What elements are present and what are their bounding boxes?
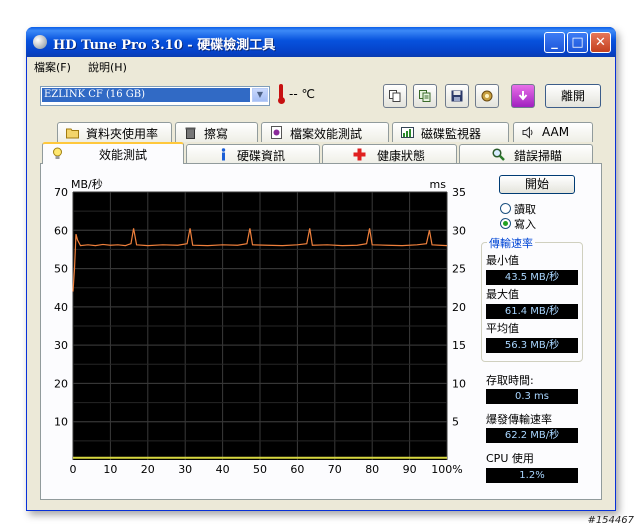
y-tick-label: 20 xyxy=(54,377,68,390)
access-time-label: 存取時間: xyxy=(486,374,534,387)
tab-disk-info[interactable]: 硬碟資訊 xyxy=(186,144,320,164)
tab-label: 健康狀態 xyxy=(377,149,426,163)
y2-tick-label: 5 xyxy=(452,416,459,429)
max-value: 61.4 MB/秒 xyxy=(486,304,578,319)
x-tick-label: 30 xyxy=(178,463,192,476)
lightbulb-icon xyxy=(53,147,62,159)
x-tick-label: 90 xyxy=(403,463,417,476)
y2-tick-label: 10 xyxy=(452,377,466,390)
chevron-down-icon[interactable]: ▼ xyxy=(252,88,268,102)
tab-label: 磁碟監視器 xyxy=(421,127,482,141)
avg-value: 56.3 MB/秒 xyxy=(486,338,578,353)
tab-label: 效能測試 xyxy=(99,148,148,162)
read-radio-label: 讀取 xyxy=(514,203,536,216)
title-bar[interactable]: HD Tune Pro 3.10 - 硬碟檢測工具 _ □ ✕ xyxy=(26,27,616,57)
x-tick-label: 100% xyxy=(431,463,462,476)
download-button[interactable] xyxy=(511,84,535,108)
save-button[interactable] xyxy=(445,84,469,108)
y-tick-label: 70 xyxy=(54,186,68,199)
speaker-icon xyxy=(522,126,533,139)
tab-erase[interactable]: 擦寫 xyxy=(175,122,258,142)
cpu-usage-label: CPU 使用 xyxy=(486,452,534,465)
health-cross-icon xyxy=(353,148,366,161)
options-icon xyxy=(481,90,493,102)
x-tick-label: 0 xyxy=(70,463,77,476)
magnifier-icon xyxy=(492,148,505,161)
x-tick-label: 70 xyxy=(328,463,342,476)
x-tick-label: 20 xyxy=(141,463,155,476)
copy-text-icon xyxy=(419,90,431,102)
y2-tick-label: 30 xyxy=(452,224,466,237)
tab-health[interactable]: 健康狀態 xyxy=(322,144,457,164)
y-tick-label: 30 xyxy=(54,339,68,352)
copy-button[interactable] xyxy=(383,84,407,108)
tab-error-scan[interactable]: 錯誤掃瞄 xyxy=(459,144,593,164)
minimize-button[interactable]: _ xyxy=(544,32,565,53)
thermometer-icon xyxy=(278,84,285,104)
x-tick-label: 10 xyxy=(103,463,117,476)
folder-icon xyxy=(66,128,79,139)
y-tick-label: 60 xyxy=(54,224,68,237)
y2-tick-label: 20 xyxy=(452,301,466,314)
copy-text-button[interactable] xyxy=(413,84,437,108)
tab-label: 資料夾使用率 xyxy=(86,127,159,141)
y-tick-label: 10 xyxy=(54,416,68,429)
read-radio[interactable] xyxy=(500,203,511,214)
write-radio-label: 寫入 xyxy=(514,218,536,231)
y-axis-label: MB/秒 xyxy=(71,177,103,191)
min-value: 43.5 MB/秒 xyxy=(486,270,578,285)
watermark: #154467 xyxy=(587,515,634,526)
close-button[interactable]: ✕ xyxy=(590,32,611,53)
copy-icon xyxy=(389,90,401,102)
access-time-value: 0.3 ms xyxy=(486,389,578,404)
transfer-rate-group-title: 傳輸速率 xyxy=(487,235,535,251)
tab-benchmark[interactable]: 效能測試 xyxy=(42,142,184,164)
y-tick-label: 50 xyxy=(54,263,68,276)
file-benchmark-icon xyxy=(271,126,282,139)
tab-label: 錯誤掃瞄 xyxy=(514,149,563,163)
min-label: 最小值 xyxy=(486,254,519,267)
disk-monitor-icon xyxy=(401,127,414,138)
x-tick-label: 60 xyxy=(290,463,304,476)
tab-folder-usage[interactable]: 資料夾使用率 xyxy=(57,122,172,142)
save-icon xyxy=(451,90,463,102)
y-tick-label: 40 xyxy=(54,301,68,314)
tab-file-benchmark[interactable]: 檔案效能測試 xyxy=(261,122,389,142)
tab-label: 擦寫 xyxy=(204,127,229,141)
y2-tick-label: 35 xyxy=(452,186,466,199)
burst-rate-label: 爆發傳輸速率 xyxy=(486,413,552,426)
options-button[interactable] xyxy=(475,84,499,108)
download-icon xyxy=(518,91,528,101)
transfer-rate-chart: 0 10 20 30 40 50 60 70 80 90 100% 10 20 30 40 50 60 70 5 10… xyxy=(54,177,466,476)
tab-label: 硬碟資訊 xyxy=(237,149,286,163)
menu-file[interactable]: 檔案(F) xyxy=(34,59,71,75)
tab-label: AAM xyxy=(542,125,570,139)
max-label: 最大值 xyxy=(486,288,519,301)
tab-label: 檔案效能測試 xyxy=(290,127,363,141)
info-icon xyxy=(221,148,226,161)
temperature-value: -- ℃ xyxy=(289,87,315,101)
window-title: HD Tune Pro 3.10 - 硬碟檢測工具 xyxy=(53,38,276,53)
app-icon xyxy=(33,35,47,49)
cpu-usage-value: 1.2% xyxy=(486,468,578,483)
write-radio[interactable] xyxy=(500,218,511,229)
tab-aam[interactable]: AAM xyxy=(513,122,593,142)
y2-axis-label: ms xyxy=(430,178,447,191)
start-button[interactable]: 開始 xyxy=(499,175,575,194)
burst-rate-value: 62.2 MB/秒 xyxy=(486,428,578,443)
trash-icon xyxy=(185,127,196,139)
tab-disk-monitor[interactable]: 磁碟監視器 xyxy=(392,122,509,142)
x-tick-label: 80 xyxy=(365,463,379,476)
exit-button[interactable]: 離開 xyxy=(545,84,601,108)
drive-select[interactable]: EZLINK CF (16 GB) ▼ xyxy=(40,86,270,106)
menu-help[interactable]: 說明(H) xyxy=(88,59,127,75)
maximize-button[interactable]: □ xyxy=(567,32,588,53)
x-tick-label: 50 xyxy=(253,463,267,476)
drive-select-value: EZLINK CF (16 GB) xyxy=(42,88,250,102)
x-tick-label: 40 xyxy=(216,463,230,476)
avg-label: 平均值 xyxy=(486,322,519,335)
radio-selected-dot xyxy=(503,221,508,226)
y2-tick-label: 25 xyxy=(452,263,466,276)
y2-tick-label: 15 xyxy=(452,339,466,352)
